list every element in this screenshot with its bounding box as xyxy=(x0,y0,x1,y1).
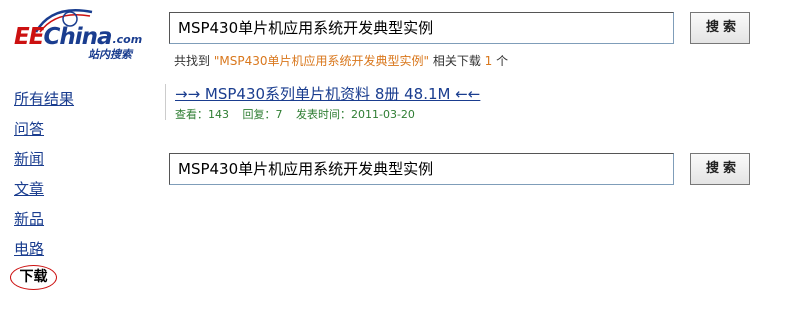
nav-item-all[interactable]: 所有结果 xyxy=(14,88,74,118)
nav-item-qa[interactable]: 问答 xyxy=(14,118,74,148)
summary-middle: 相关下载 xyxy=(432,54,481,68)
logo-ee: EE xyxy=(14,24,44,50)
result-date: 发表时间：2011-03-20 xyxy=(296,108,415,121)
nav-item-news[interactable]: 新闻 xyxy=(14,148,74,178)
result-title-link[interactable]: →→ MSP430系列单片机资料 8册 48.1M ←← xyxy=(175,84,480,104)
search-result: →→ MSP430系列单片机资料 8册 48.1M ←← 查看：143 回复：7… xyxy=(165,84,480,122)
nav-item-products[interactable]: 新品 xyxy=(14,208,74,238)
result-summary: 共找到 "MSP430单片机应用系统开发典型实例" 相关下载 1 个 xyxy=(174,52,508,69)
summary-keyword: "MSP430单片机应用系统开发典型实例" xyxy=(213,54,429,68)
nav-item-circuits[interactable]: 电路 xyxy=(14,238,74,268)
search-input-bottom[interactable]: MSP430单片机应用系统开发典型实例 xyxy=(169,153,674,185)
summary-suffix: 个 xyxy=(496,54,509,68)
logo-subtitle: 站内搜索 xyxy=(88,48,132,61)
summary-count: 1 xyxy=(484,54,493,68)
nav-item-downloads-active[interactable]: 下载 xyxy=(10,265,57,290)
search-input[interactable]: MSP430单片机应用系统开发典型实例 xyxy=(169,12,674,44)
top-search-bar: MSP430单片机应用系统开发典型实例 搜索 xyxy=(169,12,751,46)
result-replies: 回复：7 xyxy=(242,108,283,121)
result-meta: 查看：143 回复：7 发表时间：2011-03-20 xyxy=(175,106,480,122)
bottom-search-bar: MSP430单片机应用系统开发典型实例 搜索 xyxy=(169,153,751,187)
result-views: 查看：143 xyxy=(175,108,229,121)
logo-com: .com xyxy=(112,33,143,46)
nav-item-articles[interactable]: 文章 xyxy=(14,178,74,208)
search-button[interactable]: 搜索 xyxy=(690,12,750,44)
summary-prefix: 共找到 xyxy=(174,54,211,68)
category-nav: 所有结果 问答 新闻 文章 新品 电路 xyxy=(14,88,74,268)
eechina-logo[interactable]: EEChina.com 站内搜索 xyxy=(10,6,160,62)
search-button-bottom[interactable]: 搜索 xyxy=(690,153,750,185)
